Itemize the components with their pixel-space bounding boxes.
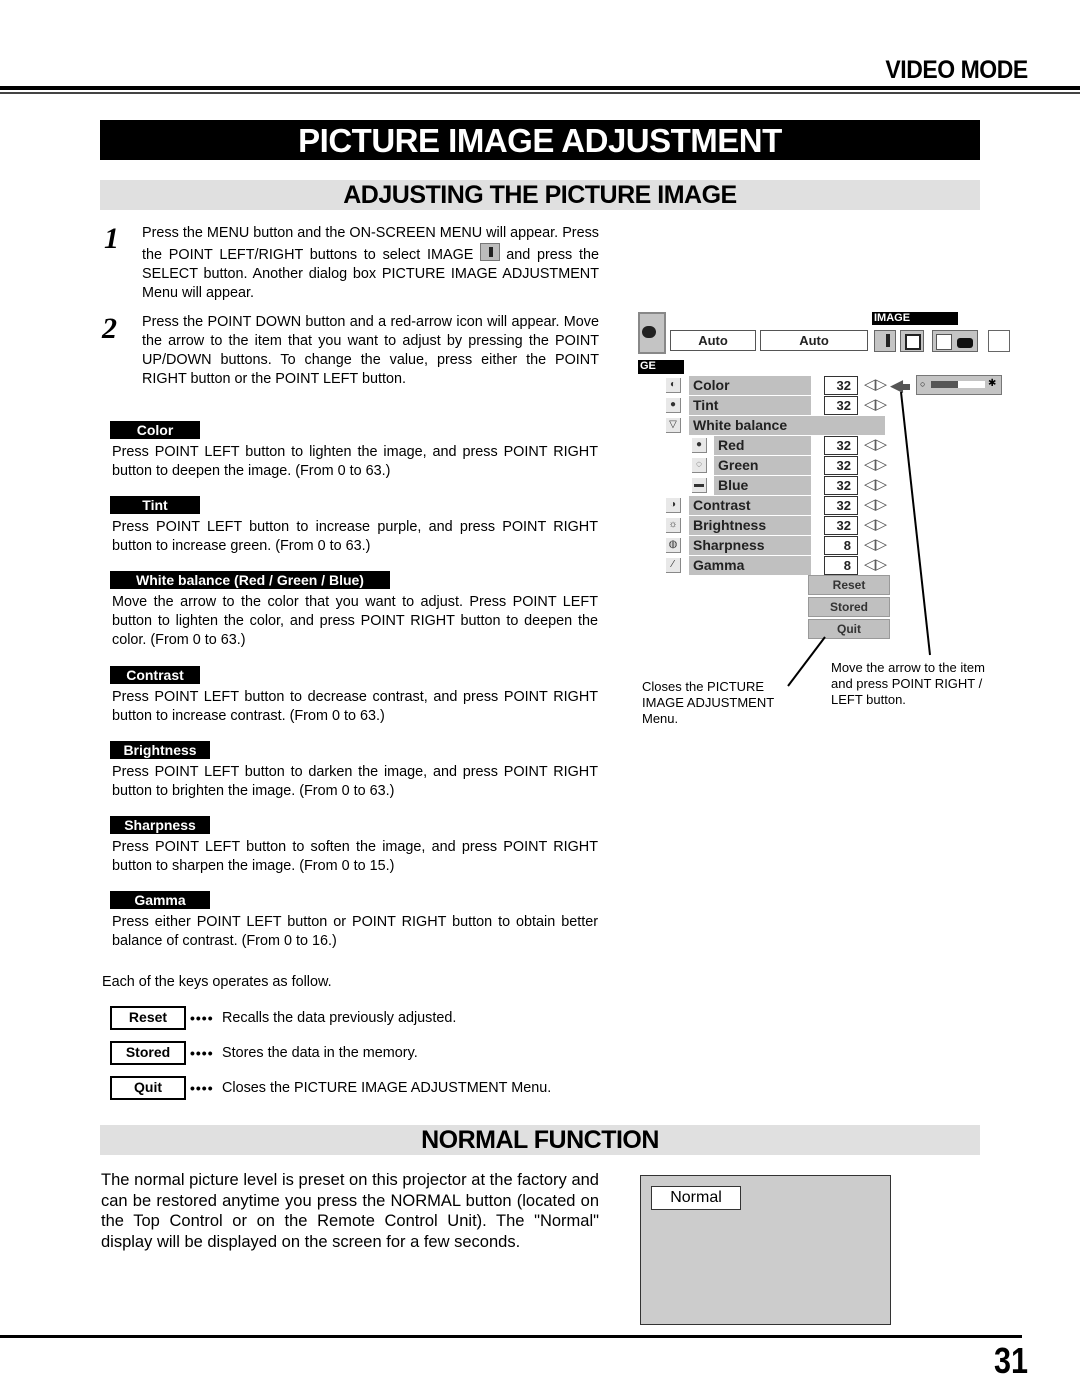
footer-rule bbox=[0, 1335, 1022, 1338]
normal-function-text: The normal picture level is preset on th… bbox=[101, 1171, 599, 1251]
normal-display-screen: Normal bbox=[640, 1175, 891, 1325]
page-number: 31 bbox=[993, 1340, 1028, 1381]
normal-display-label: Normal bbox=[651, 1186, 741, 1210]
callout-line-arrow bbox=[900, 391, 931, 656]
callout-line-quit bbox=[787, 636, 826, 687]
callout-arrow-text: Move the arrow to the item and press POI… bbox=[831, 660, 985, 707]
section-heading-normal: NORMAL FUNCTION bbox=[100, 1125, 980, 1155]
callout-quit-text: Closes the PICTURE IMAGE ADJUSTMENT Menu… bbox=[642, 679, 774, 726]
